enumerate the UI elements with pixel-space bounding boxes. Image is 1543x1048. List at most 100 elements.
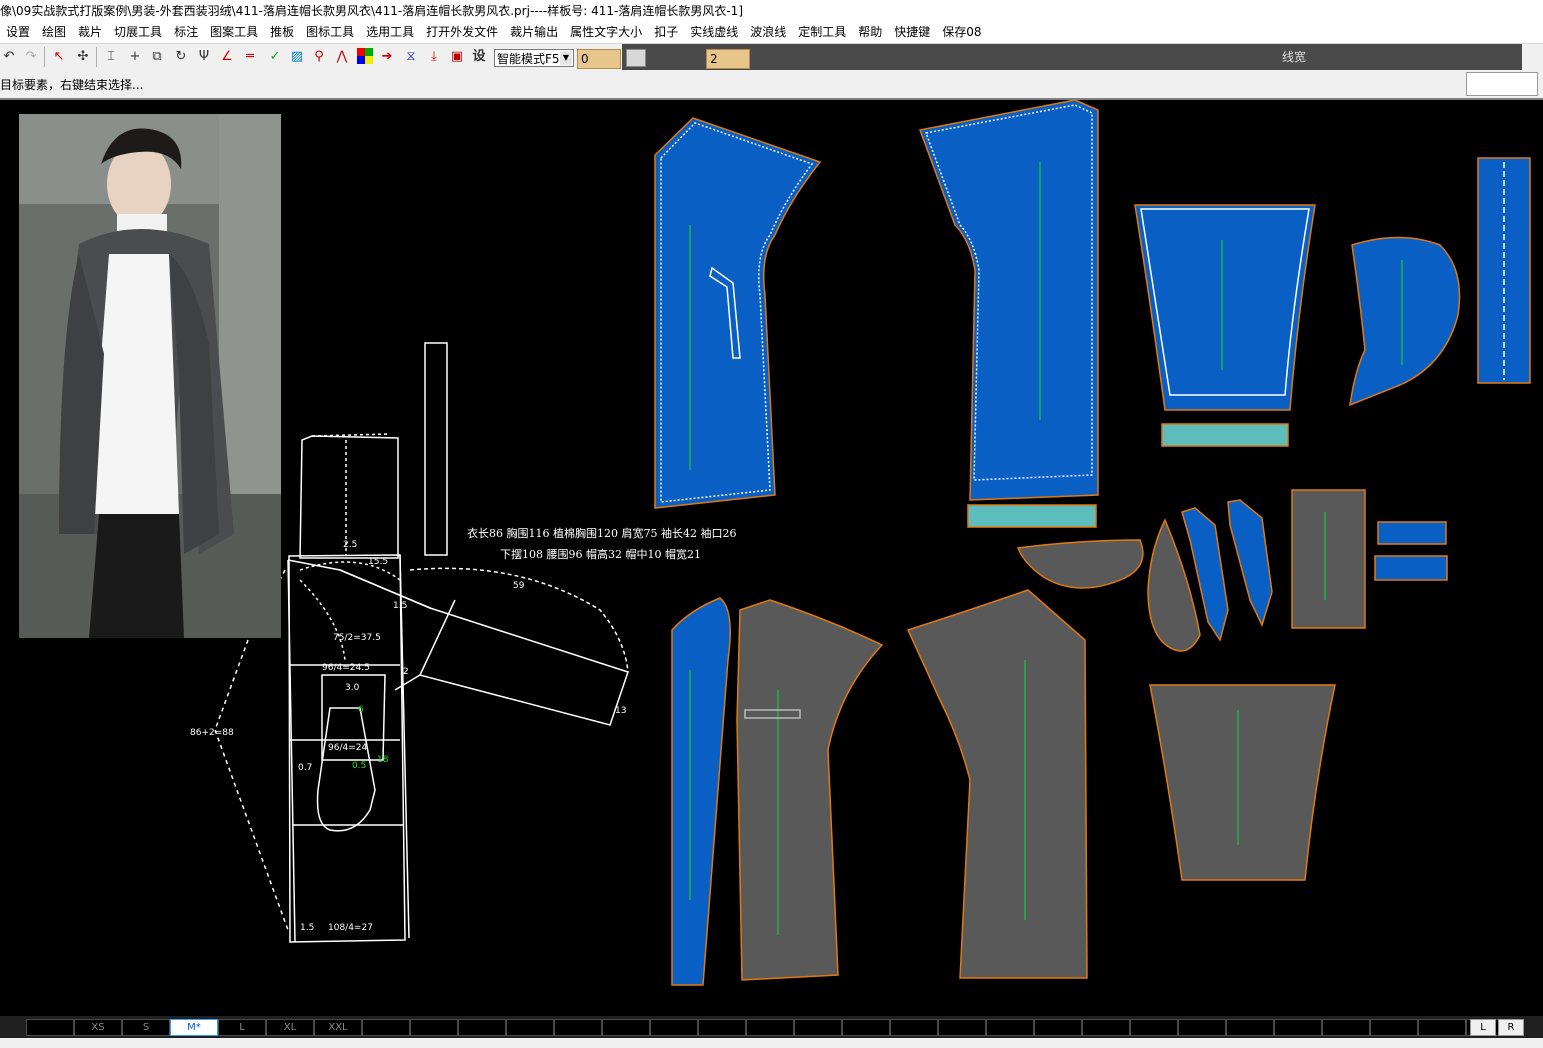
left-button[interactable]: L [1470, 1019, 1496, 1036]
size-cell[interactable] [362, 1019, 410, 1036]
size-cell[interactable] [938, 1019, 986, 1036]
number-field-1[interactable]: 0 [577, 49, 621, 69]
right-button[interactable]: R [1498, 1019, 1524, 1036]
command-input[interactable] [1466, 72, 1538, 96]
drawing-canvas[interactable]: 2.5 15.5 1.5 75/2=37.5 96/4=24.5 3.0 6 9… [0, 100, 1543, 1016]
menu-item[interactable]: 实线虚线 [684, 22, 744, 43]
draft-label: 0.5 [352, 761, 366, 771]
color-icon[interactable] [356, 48, 374, 66]
size-cell[interactable] [26, 1019, 74, 1036]
toolbar: ↶ ↷ ↖ ✣ ⌶ + ⧉ ↻ Ψ ∠ ═ ✓ ▨ ⚲ ⋀ ➔ ⧖ ⤓ ▣ 设 … [0, 43, 1543, 72]
menu-item[interactable]: 标注 [168, 22, 204, 43]
undo-icon[interactable]: ↶ [0, 48, 18, 66]
mode-select[interactable]: 智能模式F5 ▼ [494, 49, 574, 67]
draft-label: 18 [377, 755, 389, 765]
size-cell[interactable]: XXL [314, 1019, 362, 1036]
size-cell[interactable]: S [122, 1019, 170, 1036]
size-cell[interactable] [794, 1019, 842, 1036]
draft-label: 59 [513, 581, 525, 591]
size-cell[interactable] [650, 1019, 698, 1036]
toolbar-dark-strip: 线宽 2 [622, 44, 1522, 71]
rotate-icon[interactable]: ↻ [172, 48, 190, 66]
size-cell[interactable] [458, 1019, 506, 1036]
menu-item[interactable]: 打开外发文件 [420, 22, 504, 43]
check-icon[interactable]: ✓ [266, 48, 284, 66]
menu-item[interactable]: 快捷键 [888, 22, 936, 43]
measurements-line-2: 下摆108 腰围96 帽高32 帽中10 帽宽21 [500, 548, 701, 561]
front-body-piece [654, 117, 822, 509]
size-cell[interactable] [554, 1019, 602, 1036]
size-cell[interactable] [1178, 1019, 1226, 1036]
size-cell[interactable] [1082, 1019, 1130, 1036]
draft-label: 96/4=24.5 [322, 663, 370, 673]
size-cell[interactable]: XL [266, 1019, 314, 1036]
size-cell[interactable] [890, 1019, 938, 1036]
measure-icon[interactable]: ⚲ [310, 48, 328, 66]
align-icon[interactable]: ⌶ [102, 48, 120, 66]
notch-icon[interactable]: ⤓ [425, 48, 443, 66]
picture-icon[interactable] [626, 49, 646, 67]
window-title-bar: 像\09实战款式打版案例\男装-外套西装羽绒\411-落肩连帽长款男风衣\411… [0, 0, 1543, 22]
mode-select-value: 智能模式F5 [497, 52, 560, 66]
draft-label: 75/2=37.5 [333, 633, 381, 643]
transform-icon[interactable]: ⧉ [148, 48, 166, 66]
size-cell[interactable] [602, 1019, 650, 1036]
add-point-icon[interactable]: + [126, 48, 144, 66]
size-cell[interactable]: XS [74, 1019, 122, 1036]
menu-item[interactable]: 推板 [264, 22, 300, 43]
hatch-icon[interactable]: ▨ [288, 48, 306, 66]
menu-item[interactable]: 属性文字大小 [564, 22, 648, 43]
menu-item[interactable]: 帮助 [852, 22, 888, 43]
menu-item[interactable]: 选用工具 [360, 22, 420, 43]
size-cell[interactable] [986, 1019, 1034, 1036]
size-cell[interactable]: L [218, 1019, 266, 1036]
move-icon[interactable]: ✣ [74, 48, 92, 66]
draft-label: 0.7 [298, 763, 312, 773]
size-cell[interactable] [746, 1019, 794, 1036]
menu-item[interactable]: 图案工具 [204, 22, 264, 43]
size-cell[interactable] [698, 1019, 746, 1036]
menu-item[interactable]: 设置 [0, 22, 36, 43]
draft-label: 15.5 [368, 557, 388, 567]
size-cell[interactable] [1370, 1019, 1418, 1036]
angle-icon[interactable]: ∠ [218, 48, 236, 66]
menu-item[interactable]: 波浪线 [744, 22, 792, 43]
menu-item[interactable]: 裁片输出 [504, 22, 564, 43]
trident-icon[interactable]: Ψ [195, 48, 213, 66]
lining-pieces [736, 489, 1366, 981]
size-cell[interactable] [1226, 1019, 1274, 1036]
size-cell[interactable] [410, 1019, 458, 1036]
line-width-label: 线宽 [1282, 50, 1307, 64]
size-cell[interactable] [1130, 1019, 1178, 1036]
draft-label: 1.5 [393, 601, 407, 611]
arrow-icon[interactable]: ➔ [378, 48, 396, 66]
size-cell[interactable] [1418, 1019, 1466, 1036]
draft-label: 3.0 [345, 683, 360, 693]
back-lining-piece [906, 589, 1088, 979]
size-cell[interactable]: M* [170, 1019, 218, 1036]
parallel-icon[interactable]: ═ [241, 48, 259, 66]
draft-label: 96/4=24 [328, 743, 367, 753]
line-width-field[interactable]: 2 [706, 49, 750, 69]
menu-item[interactable]: 图标工具 [300, 22, 360, 43]
size-cell[interactable] [1274, 1019, 1322, 1036]
sleeve-upper-piece [1134, 204, 1316, 411]
menu-item[interactable]: 绘图 [36, 22, 72, 43]
size-cell[interactable] [506, 1019, 554, 1036]
pleat-icon[interactable]: ⋀ [333, 48, 351, 66]
menu-item[interactable]: 切展工具 [108, 22, 168, 43]
set-button[interactable]: 设 [470, 48, 488, 66]
size-cell[interactable] [842, 1019, 890, 1036]
measurements-line-1: 衣长86 胸围116 植棉胸围120 肩宽75 袖长42 袖口26 [467, 527, 737, 540]
stamp-icon[interactable]: ▣ [448, 48, 466, 66]
select-delete-icon[interactable]: ↖ [50, 48, 68, 66]
mirror-icon[interactable]: ⧖ [402, 48, 420, 66]
size-cell[interactable] [1322, 1019, 1370, 1036]
status-prompt: 目标要素，右键结束选择... [0, 78, 144, 92]
menu-item[interactable]: 保存08 [936, 22, 987, 43]
menu-item[interactable]: 扣子 [648, 22, 684, 43]
size-cell[interactable] [1034, 1019, 1082, 1036]
redo-icon[interactable]: ↷ [22, 48, 40, 66]
menu-item[interactable]: 定制工具 [792, 22, 852, 43]
menu-item[interactable]: 裁片 [72, 22, 108, 43]
